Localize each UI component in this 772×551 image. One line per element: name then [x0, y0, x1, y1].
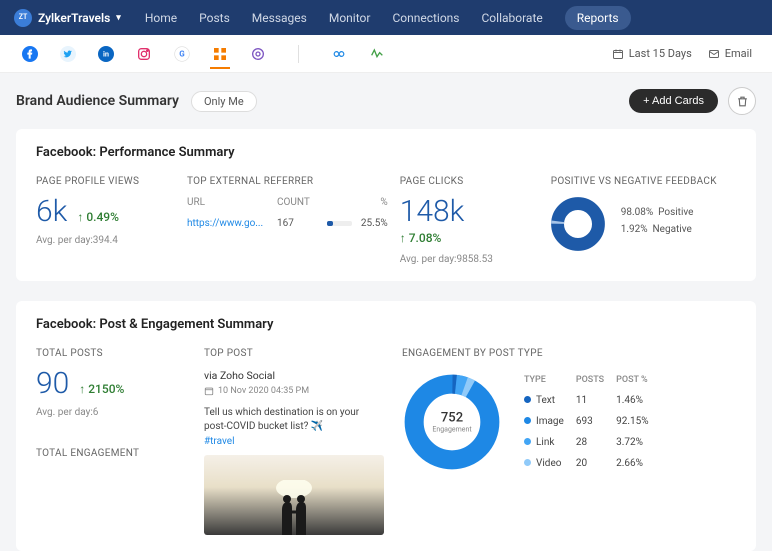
total-engagement-label: TOTAL ENGAGEMENT — [36, 448, 186, 459]
card-title: Facebook: Performance Summary — [36, 145, 736, 160]
nav-menu: Home Posts Messages Monitor Connections Colla… — [145, 6, 631, 30]
card-title: Facebook: Post & Engagement Summary — [36, 317, 736, 332]
trash-icon — [736, 95, 749, 108]
brand-name: ZylkerTravels — [38, 11, 110, 25]
top-post-caption: Tell us which destination is on your pos… — [204, 406, 384, 434]
nav-home[interactable]: Home — [145, 11, 177, 25]
date-range-label: Last 15 Days — [629, 47, 692, 60]
engagement-row: Image69392.15% — [524, 412, 659, 431]
metric-label: POSITIVE VS NEGATIVE FEEDBACK — [551, 176, 736, 187]
linkedin-icon[interactable]: in — [96, 44, 116, 64]
top-post-hashtag[interactable]: #travel — [204, 436, 384, 447]
nav-posts[interactable]: Posts — [199, 11, 230, 25]
separator — [298, 45, 299, 63]
positive-feedback: 98.08% Positive — [621, 207, 694, 218]
schedule-icon — [204, 386, 214, 396]
facebook-icon[interactable] — [20, 44, 40, 64]
th-posts: POSTS — [576, 371, 614, 389]
svg-text:in: in — [103, 49, 109, 58]
mail-icon — [708, 48, 720, 60]
page-header: Brand Audience Summary Only Me + Add Car… — [0, 73, 772, 129]
referrer-bar — [327, 221, 352, 226]
top-post-image[interactable] — [204, 455, 384, 535]
nav-reports[interactable]: Reports — [565, 6, 631, 30]
metric-label: TOTAL POSTS — [36, 348, 186, 359]
col-pct: % — [327, 197, 388, 208]
metric-label: TOP POST — [204, 348, 384, 359]
infinity-icon[interactable] — [329, 44, 349, 64]
engagement-label: Engagement — [432, 426, 471, 434]
profile-views-avg: Avg. per day:394.4 — [36, 235, 175, 246]
chevron-down-icon: ▾ — [116, 13, 121, 23]
total-posts-delta: ↑ 2150% — [79, 382, 124, 396]
calendar-icon — [612, 48, 624, 60]
target-icon[interactable] — [248, 44, 268, 64]
post-engagement-card: Facebook: Post & Engagement Summary TOTA… — [16, 301, 756, 551]
visibility-chip[interactable]: Only Me — [191, 91, 257, 112]
total-posts-avg: Avg. per day:6 — [36, 407, 186, 418]
profile-views-delta: ↑ 0.49% — [77, 210, 119, 224]
email-button[interactable]: Email — [708, 47, 752, 60]
engagement-total: 752 — [432, 411, 471, 426]
top-post-source: via Zoho Social — [204, 369, 384, 382]
page-clicks-avg: Avg. per day:9858.53 — [400, 254, 539, 265]
engagement-row: Link283.72% — [524, 433, 659, 452]
delete-button[interactable] — [728, 87, 756, 115]
performance-summary-card: Facebook: Performance Summary PAGE PROFI… — [16, 129, 756, 281]
th-type: TYPE — [524, 371, 574, 389]
toolbar-right: Last 15 Days Email — [612, 47, 752, 60]
col-count: COUNT — [277, 197, 327, 208]
social-icons: in G — [20, 44, 387, 64]
nav-connections[interactable]: Connections — [392, 11, 459, 25]
nav-monitor[interactable]: Monitor — [329, 11, 371, 25]
page-clicks-delta: ↑ 7.08% — [400, 231, 442, 245]
grid-icon[interactable] — [210, 49, 230, 69]
metric-label: PAGE PROFILE VIEWS — [36, 176, 175, 187]
total-posts-value: 90 — [36, 369, 69, 399]
referrer-count: 167 — [277, 218, 327, 229]
google-icon[interactable]: G — [172, 44, 192, 64]
add-cards-button[interactable]: + Add Cards — [629, 89, 718, 113]
metric-label: PAGE CLICKS — [400, 176, 539, 187]
brand-switcher[interactable]: ZT ZylkerTravels ▾ — [14, 9, 121, 27]
brand-logo: ZT — [14, 9, 32, 27]
engagement-row: Video202.66% — [524, 454, 659, 473]
referrer-pct: 25.5% — [352, 218, 388, 229]
top-nav: ZT ZylkerTravels ▾ Home Posts Messages Moni… — [0, 0, 772, 35]
top-post-meta: 10 Nov 2020 04:35 PM — [204, 386, 384, 396]
metric-label: ENGAGEMENT BY POST TYPE — [402, 348, 736, 359]
th-pct: POST % — [616, 371, 658, 389]
engagement-table: TYPE POSTS POST % Text111.46% Image69392.… — [522, 369, 661, 475]
metric-label: TOP EXTERNAL REFERRER — [187, 176, 388, 187]
activity-icon[interactable] — [367, 44, 387, 64]
page-clicks-value: 148k — [400, 197, 465, 227]
negative-feedback: 1.92% Negative — [621, 224, 694, 235]
silhouette-icon — [264, 480, 324, 535]
engagement-donut: 752 Engagement — [402, 372, 502, 472]
nav-collaborate[interactable]: Collaborate — [482, 11, 543, 25]
profile-views-value: 6k — [36, 197, 67, 227]
col-url: URL — [187, 197, 277, 208]
referrer-row: https://www.go... 167 25.5% — [187, 218, 388, 229]
feedback-donut — [551, 197, 605, 251]
referrer-url[interactable]: https://www.go... — [187, 218, 277, 229]
page-title: Brand Audience Summary — [16, 93, 179, 109]
svg-text:G: G — [179, 49, 185, 58]
nav-messages[interactable]: Messages — [252, 11, 307, 25]
email-label: Email — [725, 47, 752, 60]
twitter-icon[interactable] — [58, 44, 78, 64]
channel-toolbar: in G Last 15 Days Email — [0, 35, 772, 73]
date-range-picker[interactable]: Last 15 Days — [612, 47, 692, 60]
instagram-icon[interactable] — [134, 44, 154, 64]
engagement-row: Text111.46% — [524, 391, 659, 410]
